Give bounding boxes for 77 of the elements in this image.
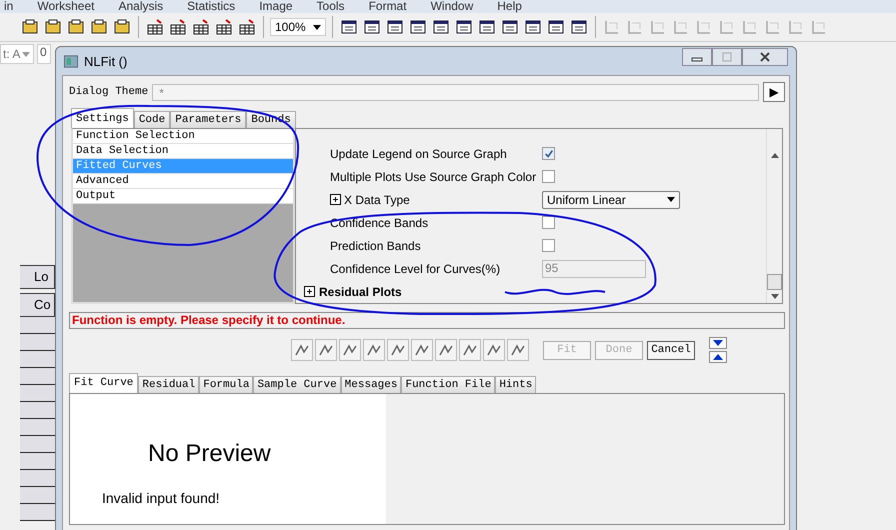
minimize-button[interactable] (682, 48, 712, 66)
menu-item[interactable]: Worksheet (37, 0, 94, 13)
close-icon (759, 52, 771, 62)
menu-item[interactable]: Analysis (118, 0, 164, 13)
scroll-thumb[interactable] (767, 274, 782, 290)
option-label: X Data Type (344, 192, 410, 206)
checkbox[interactable] (542, 216, 555, 229)
table-row (20, 504, 55, 521)
triangle-up-icon (713, 354, 723, 360)
caret-icon (667, 197, 675, 202)
tab[interactable]: Function File (401, 376, 496, 393)
checkbox[interactable] (542, 147, 555, 160)
window-title: NLFit () (84, 54, 128, 68)
menu-item[interactable]: Image (259, 0, 293, 13)
table-row (20, 351, 55, 368)
tab[interactable]: Fit Curve (69, 373, 138, 393)
collapse-button[interactable] (709, 337, 727, 349)
settings-list-item[interactable]: Advanced (73, 174, 293, 189)
zoom-dropdown[interactable]: 100% (270, 18, 326, 36)
tab[interactable]: Code (134, 111, 170, 128)
menu-item[interactable]: Help (497, 0, 522, 13)
checkbox[interactable] (542, 170, 555, 183)
tab[interactable]: Settings (71, 108, 134, 128)
table-row (20, 385, 55, 402)
table-row (20, 470, 55, 487)
table-row (20, 317, 55, 334)
caret-icon (313, 24, 321, 30)
option-label: Confidence Bands (329, 216, 430, 230)
option-label: Multiple Plots Use Source Graph Color (329, 170, 538, 184)
tab[interactable]: Formula (199, 376, 254, 393)
settings-list-item[interactable]: Data Selection (73, 144, 293, 159)
menu-item[interactable]: in (4, 0, 14, 13)
size-field[interactable]: 0 (37, 44, 51, 64)
window-icon (64, 54, 78, 68)
settings-list-item[interactable]: Output (73, 189, 293, 204)
table-row (20, 453, 55, 470)
option-label: Update Legend on Source Graph (329, 146, 508, 160)
scrollbar[interactable] (766, 129, 782, 303)
expand-icon[interactable] (304, 286, 315, 297)
group-label: Residual Plots (319, 284, 402, 298)
theme-menu-button[interactable]: ▶ (763, 82, 785, 102)
dialog-button[interactable]: Cancel (647, 340, 695, 360)
tab[interactable]: Hints (495, 376, 536, 393)
tab[interactable]: Parameters (170, 111, 246, 128)
menu-item[interactable]: Tools (316, 0, 345, 13)
table-row (20, 402, 55, 419)
table-row (20, 419, 55, 436)
scroll-down-icon[interactable] (770, 294, 778, 299)
maximize-icon (721, 52, 733, 62)
tab[interactable]: Residual (138, 376, 200, 393)
table-row (20, 436, 55, 453)
close-button[interactable] (742, 48, 788, 66)
data-type-dropdown[interactable]: Uniform Linear (542, 190, 680, 208)
error-message: Function is empty. Please specify it to continue. (69, 312, 785, 329)
table-row (20, 368, 55, 385)
preview-title: No Preview (147, 440, 272, 468)
menu-item[interactable]: Window (430, 0, 474, 13)
option-label: Prediction Bands (329, 238, 422, 252)
preview-message: Invalid input found! (102, 490, 221, 506)
table-row (20, 487, 55, 504)
menu-item[interactable]: Format (368, 0, 407, 13)
tab[interactable]: Sample Curve (253, 376, 341, 393)
scroll-up-icon[interactable] (770, 153, 778, 158)
font-dropdown[interactable]: t: A (0, 44, 34, 64)
caret-icon (22, 52, 30, 56)
expand-icon[interactable] (330, 194, 341, 205)
column-header: Co (20, 293, 55, 317)
column-header: Lo (20, 265, 55, 289)
table-row (20, 334, 55, 351)
settings-list-item[interactable]: Function Selection (73, 129, 293, 144)
option-label: Confidence Level for Curves(%) (329, 262, 502, 276)
menu-item[interactable]: Statistics (187, 0, 236, 13)
checkbox[interactable] (542, 239, 555, 252)
triangle-down-icon (713, 340, 723, 346)
expand-button[interactable] (709, 351, 727, 363)
tab[interactable]: Messages (340, 376, 402, 393)
theme-label: Dialog Theme (69, 86, 148, 98)
